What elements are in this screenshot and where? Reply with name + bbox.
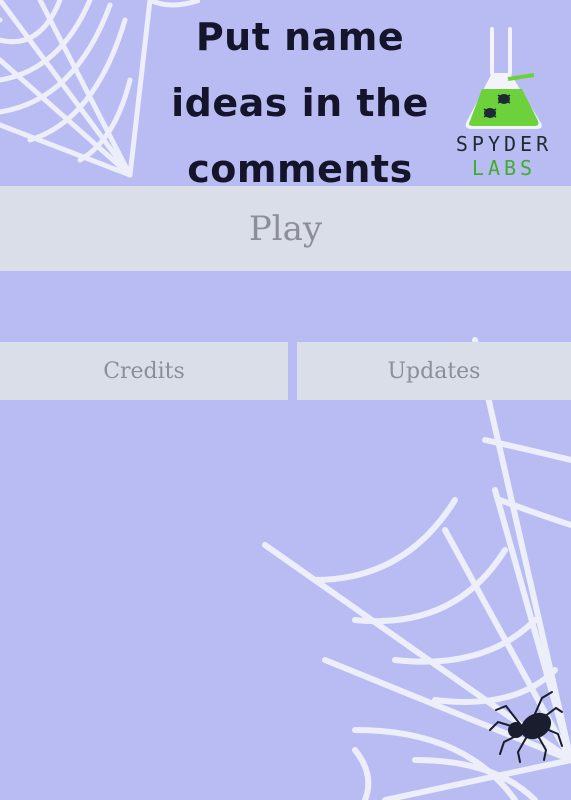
logo-text-labs: LABS xyxy=(471,156,537,180)
flask-logo-icon xyxy=(465,27,542,129)
title-line-2: ideas in the xyxy=(171,81,429,125)
spider-icon xyxy=(489,691,563,763)
updates-button[interactable]: Updates xyxy=(297,342,571,400)
title-line-1: Put name xyxy=(195,15,405,59)
credits-button[interactable]: Credits xyxy=(0,342,288,400)
play-button[interactable]: Play xyxy=(0,186,571,271)
page-title: Put name ideas in the comments xyxy=(150,4,450,202)
spyder-labs-logo: SPYDER LABS xyxy=(452,25,556,183)
logo-text-spyder: SPYDER xyxy=(455,132,553,156)
